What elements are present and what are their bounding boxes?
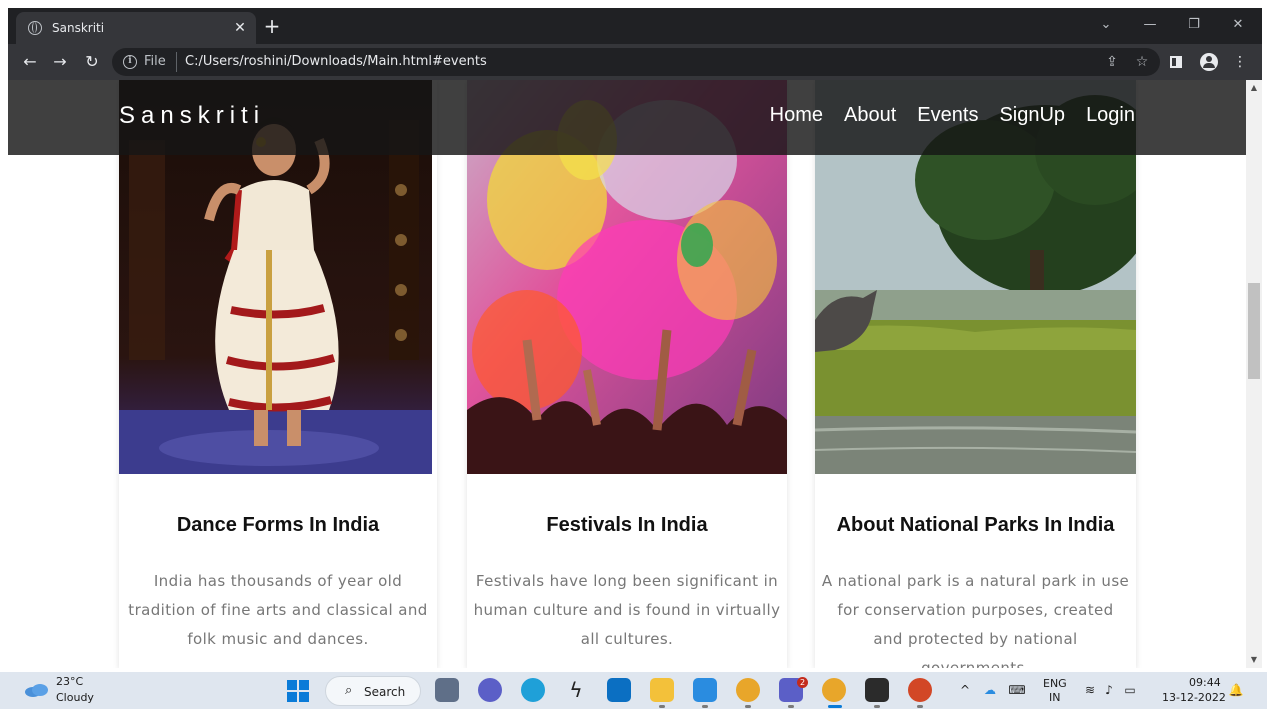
language-code[interactable]: ENG	[1043, 677, 1067, 690]
tab-search-icon[interactable]: ⌄	[1090, 14, 1122, 36]
event-card-festivals: Festivals In India Festivals have long b…	[467, 80, 787, 668]
meet-chat-icon[interactable]	[478, 678, 502, 702]
running-indicator	[702, 705, 708, 708]
lightning-app-icon[interactable]: ϟ	[564, 678, 588, 702]
tab-strip: Sanskriti ✕ + ⌄ — ❐ ✕	[8, 8, 1262, 44]
event-card-national-parks: About National Parks In India A national…	[815, 80, 1136, 668]
nav-link-home[interactable]: Home	[770, 104, 823, 127]
chrome-icon[interactable]	[736, 678, 760, 702]
reload-icon[interactable]: ↻	[80, 51, 104, 73]
weather-temperature[interactable]: 23°C	[56, 675, 83, 688]
forward-icon[interactable]: →	[48, 51, 72, 73]
search-label: Search	[364, 685, 406, 699]
browser-toolbar: ← → ↻ i File C:/Users/roshini/Downloads/…	[8, 44, 1262, 80]
taskbar-search[interactable]: ⌕ Search	[325, 676, 421, 706]
share-icon[interactable]: ⇪	[1102, 53, 1122, 71]
globe-icon	[28, 21, 42, 35]
scroll-down-arrow-icon[interactable]: ▼	[1246, 652, 1262, 668]
nav-link-signup[interactable]: SignUp	[999, 104, 1065, 127]
close-tab-icon[interactable]: ✕	[230, 18, 250, 38]
tray-overflow-chevron-icon[interactable]: ^	[958, 682, 972, 698]
notification-bell-icon[interactable]: 🔔	[1228, 682, 1244, 698]
chrome-active-icon[interactable]	[822, 678, 846, 702]
onedrive-cloud-icon[interactable]: ☁	[982, 682, 998, 698]
tab-sanskriti[interactable]: Sanskriti ✕	[16, 12, 256, 44]
card-title: Dance Forms In India	[176, 514, 380, 536]
search-icon: ⌕	[345, 683, 353, 698]
edge-browser-icon[interactable]	[521, 678, 545, 702]
minimize-icon[interactable]: —	[1134, 14, 1166, 36]
browser-window: Sanskriti ✕ + ⌄ — ❐ ✕ ← → ↻ i File C:/Us…	[8, 8, 1262, 668]
close-window-icon[interactable]: ✕	[1222, 14, 1254, 36]
nav-link-login[interactable]: Login	[1086, 104, 1135, 127]
page-viewport: Dance Forms In India India has thousands…	[8, 80, 1246, 668]
address-bar[interactable]: i File C:/Users/roshini/Downloads/Main.h…	[112, 48, 1160, 76]
clock-time[interactable]: 09:44	[1189, 676, 1221, 689]
file-explorer-icon[interactable]	[650, 678, 674, 702]
new-tab-icon[interactable]: +	[262, 16, 282, 36]
vscode-icon[interactable]	[693, 678, 717, 702]
running-indicator	[745, 705, 751, 708]
event-card-dance: Dance Forms In India India has thousands…	[119, 80, 437, 668]
card-description: India has thousands of year old traditio…	[128, 572, 428, 648]
nav-links: Home About Events SignUp Login	[749, 104, 1135, 127]
terminal-icon[interactable]	[865, 678, 889, 702]
volume-icon[interactable]: ♪	[1102, 682, 1116, 698]
mail-icon[interactable]	[607, 678, 631, 702]
restore-icon[interactable]: ❐	[1178, 14, 1210, 36]
nav-link-events[interactable]: Events	[917, 104, 978, 127]
running-indicator	[874, 705, 880, 708]
bookmark-star-icon[interactable]: ☆	[1132, 53, 1152, 71]
tab-title: Sanskriti	[52, 21, 105, 35]
card-description: Festivals have long been significant in …	[473, 572, 781, 648]
running-indicator	[788, 705, 794, 708]
windows-taskbar: 23°C Cloudy ⌕ Search ϟ 2 ^ ☁ ⌨ ENG IN ≋ …	[0, 672, 1267, 709]
powerpoint-icon[interactable]	[908, 678, 932, 702]
site-logo[interactable]: Sanskriti	[119, 102, 265, 130]
vertical-scrollbar[interactable]: ▲ ▼	[1246, 80, 1262, 668]
url-scheme: File	[144, 54, 166, 69]
card-title: Festivals In India	[546, 514, 708, 536]
nav-link-about[interactable]: About	[844, 104, 896, 127]
running-indicator	[917, 705, 923, 708]
weather-condition[interactable]: Cloudy	[56, 691, 94, 704]
cloud-weather-icon[interactable]	[24, 683, 50, 697]
url-separator	[176, 52, 177, 72]
active-app-indicator	[828, 705, 842, 708]
card-title: About National Parks In India	[836, 514, 1115, 536]
windows-start-icon[interactable]	[287, 680, 309, 702]
notification-badge: 2	[797, 677, 808, 688]
running-indicator	[659, 705, 665, 708]
profile-avatar-icon[interactable]	[1200, 53, 1218, 71]
battery-icon[interactable]: ▭	[1122, 682, 1138, 698]
wifi-icon[interactable]: ≋	[1082, 682, 1098, 698]
url-text[interactable]: C:/Users/roshini/Downloads/Main.html#eve…	[185, 54, 487, 69]
menu-kebab-icon[interactable]: ⋮	[1229, 51, 1251, 73]
site-navbar: Sanskriti Home About Events SignUp Login	[8, 80, 1246, 155]
card-description: A national park is a natural park in use…	[821, 572, 1130, 668]
task-view-icon[interactable]	[435, 678, 459, 702]
clock-date[interactable]: 13-12-2022	[1162, 691, 1226, 704]
scroll-thumb[interactable]	[1248, 283, 1260, 379]
keyboard-icon[interactable]: ⌨	[1008, 682, 1026, 698]
back-icon[interactable]: ←	[18, 51, 42, 73]
scroll-up-arrow-icon[interactable]: ▲	[1246, 80, 1262, 96]
language-region[interactable]: IN	[1049, 691, 1060, 704]
side-panel-icon[interactable]	[1170, 56, 1182, 68]
info-icon[interactable]: i	[123, 55, 137, 69]
